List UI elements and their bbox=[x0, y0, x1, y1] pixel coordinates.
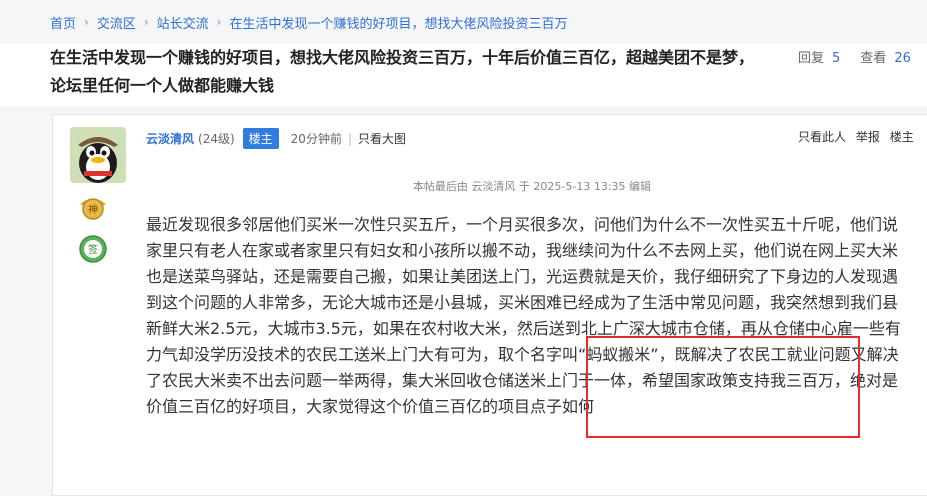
penguin-avatar-icon bbox=[70, 127, 126, 183]
chevron-right-icon: › bbox=[216, 15, 222, 29]
edit-note: 本帖最后由 云淡清风 于 2025-5-13 13:35 编辑 bbox=[412, 180, 652, 193]
view-count: 26 bbox=[894, 51, 911, 66]
breadcrumb-thread[interactable]: 在生活中发现一个赚钱的好项目，想找大佬风险投资三百万 bbox=[229, 13, 567, 32]
chevron-right-icon: › bbox=[143, 15, 149, 29]
reply-count: 5 bbox=[832, 51, 841, 66]
thread-title: 在生活中发现一个赚钱的好项目，想找大佬风险投资三百万，十年后价值三百亿，超越美团… bbox=[50, 48, 755, 95]
breadcrumb-webmaster[interactable]: 站长交流 bbox=[157, 13, 209, 32]
view-image-link[interactable]: 只看大图 bbox=[358, 130, 406, 147]
thread-header: 在生活中发现一个赚钱的好项目，想找大佬风险投资三百万，十年后价值三百亿，超越美团… bbox=[0, 44, 927, 106]
svg-text:签: 签 bbox=[88, 243, 98, 256]
host-badge: 楼主 bbox=[242, 128, 279, 149]
sign-medal-icon: 签 bbox=[78, 234, 108, 264]
divider: | bbox=[347, 131, 352, 146]
author-name[interactable]: 云淡清风 bbox=[146, 130, 194, 147]
only-author-link[interactable]: 只看此人 bbox=[798, 130, 846, 144]
red-highlight-box bbox=[586, 336, 860, 438]
god-medal-icon: 神 bbox=[78, 194, 108, 224]
avatar[interactable] bbox=[70, 127, 126, 183]
svg-text:神: 神 bbox=[88, 203, 98, 216]
view-label: 查看 bbox=[860, 51, 887, 66]
post-meta: 云淡清风 (24级) 楼主 20分钟前 | 只看大图 bbox=[146, 128, 406, 149]
breadcrumb-exchange[interactable]: 交流区 bbox=[97, 13, 136, 32]
reply-label: 回复 bbox=[798, 51, 825, 66]
breadcrumb: 首页 › 交流区 › 站长交流 › 在生活中发现一个赚钱的好项目，想找大佬风险投… bbox=[0, 0, 927, 44]
post-actions: 只看此人 举报 楼主 bbox=[798, 128, 920, 145]
report-link[interactable]: 举报 bbox=[856, 130, 880, 144]
thread-stats: 回复 5 查看 26 bbox=[798, 47, 927, 66]
chevron-right-icon: › bbox=[84, 15, 89, 29]
floor-label: 楼主 bbox=[889, 130, 914, 144]
author-level: (24级) bbox=[198, 132, 235, 146]
breadcrumb-home[interactable]: 首页 bbox=[50, 13, 76, 32]
post-time: 20分钟前 bbox=[290, 132, 342, 146]
